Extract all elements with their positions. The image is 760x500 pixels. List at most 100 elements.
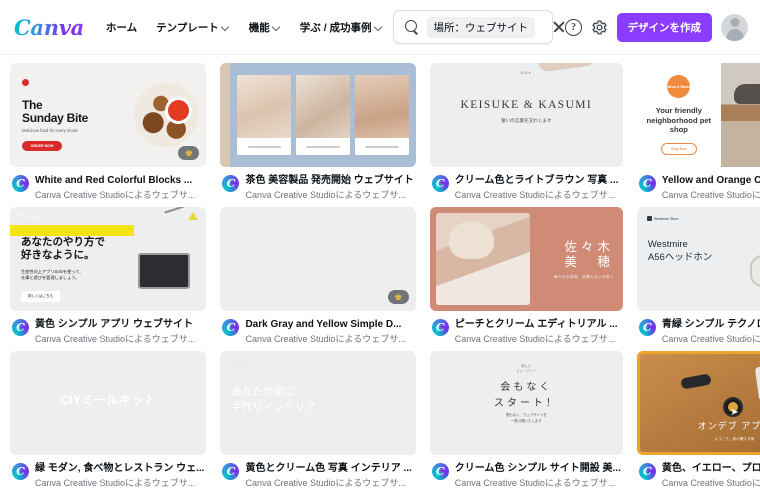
thumb-heading: あなたのやり方で 好きなように。 [21,236,105,262]
template-thumbnail[interactable] [220,63,416,167]
logo-dot-icon [22,78,29,86]
canva-avatar-icon: C [431,319,449,337]
card-title: 黄色、イエロー、プロフェッショナ... [661,463,760,475]
app-header: Canva ホーム テンプレート 機能 学ぶ / 成功事例 場所：ウェブサイト … [0,0,760,55]
nav-item-learn[interactable]: 学ぶ / 成功事例 [300,20,383,35]
thumb-heading: オンデブ アプリ [697,421,760,432]
template-card[interactable]: ➤ オンデブ アプリ ようこそ、新の関スタ様 C 黄色、イエロー、プロフェッショ… [636,351,760,489]
gear-icon [592,19,607,35]
phone-shape [754,365,760,402]
card-author: Canva Creative Studioによるウェブサ... [35,333,196,344]
template-thumbnail[interactable]: The Sunday Bite Delicious food for every … [10,63,207,167]
card-meta: C クリーム色 シンプル サイト開設 美... Canva Creative S… [430,455,623,489]
template-card[interactable]: The Sunday Bite Delicious food for every … [10,63,207,201]
template-thumbnail[interactable]: 新しい ビューティー 会もなく スタート！ 間もなく、ウェブサイトを 一般公開いたしま… [429,351,623,456]
card-author: Canva Creative Studioによるウェブサ... [454,189,616,200]
avatar[interactable] [721,13,748,41]
brand-label: Westmire Store [646,216,679,222]
card-title: 茶色 美容製品 発売開始 ウェブサイト [245,175,414,186]
card-title: Yellow and Orange Colorful Blo... [661,175,760,186]
canva-logo[interactable]: Canva [14,15,84,40]
template-card[interactable]: Westmire Store WestmireA56ヘッドホン 今すぐ購入商品情… [636,207,760,345]
shop-badge: Meow & Woofs [667,75,691,99]
nav-item-home[interactable]: ホーム [106,20,137,35]
create-design-button[interactable]: デザインを作成 [616,12,712,42]
close-icon[interactable] [551,19,567,35]
thumb-heading: 会もなく スタート！ [493,382,559,410]
thumb-heading: The Sunday Bite [22,97,89,125]
thumb-subheading: Delicious food for every mood [22,128,78,134]
thumb-subheading: 誓いの言葉を交わします [501,118,552,123]
template-thumbnail[interactable]: ➤ オンデブ アプリ ようこそ、新の関スタ様 [636,351,760,456]
card-meta: C 青緑 シンプル テクノロジーとゲー... Canva Creative St… [637,311,760,345]
search-bar[interactable]: 場所：ウェブサイト [392,10,553,44]
template-card[interactable]: C 茶色 美容製品 発売開始 ウェブサイト Canva Creative Stu… [220,63,416,201]
nav-item-features[interactable]: 機能 [249,20,281,35]
canva-avatar-icon: C [638,319,656,337]
thumb-eyebrow: おうちを ととのえる [231,360,249,370]
template-thumbnail[interactable]: 佐々木美 穂 華やかな表現、見慣れない日常へ [429,207,623,312]
nav-item-label: テンプレート [156,21,219,34]
crown-badge: ♚ [387,290,409,305]
template-card[interactable]: おうちをととのえる あなたの家に手作りインテリア カタログを見てみる C 黄色と… [220,351,416,489]
template-thumbnail[interactable]: Solo ウェブアプリ あなたのやり方で 好きなように。 生産性向上アプリSoloを… [10,207,207,312]
canva-avatar-icon: C [12,463,29,481]
thumb-art-beauty-panels [220,63,416,167]
template-card[interactable]: W&K KEISUKE & KASUMI 誓いの言葉を交わします 2025年5月… [429,63,623,201]
card-meta: C 黄色とクリーム色 写真 インテリア ... Canva Creative S… [220,455,415,489]
card-title: クリーム色 シンプル サイト開設 美... [454,463,621,475]
settings-button[interactable] [587,14,613,40]
thumb-button: 詳しくはこちら [21,291,61,303]
card-author: Canva Creative Studioによるウェブサ... [661,477,760,488]
template-thumbnail[interactable]: キッチンを始めよう CIYミールキット あなたも今日から、シェフ1年生をめざそう [10,351,207,456]
card-title: 青緑 シンプル テクノロジーとゲー... [661,319,760,331]
thumb-button: ORDER NOW [22,141,62,152]
template-card[interactable]: 佐々木美 穂 華やかな表現、見慣れない日常へ C ピーチとクリーム エディトリア… [429,207,623,345]
thumb-heading: CIYミールキット [59,393,157,408]
pet-photo [720,63,760,167]
canva-avatar-icon: C [638,175,656,192]
thumb-eyebrow: キッチンを始めよう [21,361,52,366]
template-card[interactable]: 新しい ビューティー 会もなく スタート！ 間もなく、ウェブサイトを 一般公開いたしま… [429,351,623,489]
card-title: 黄色 シンプル アプリ ウェブサイト [35,319,194,331]
card-title: 緑 モダン, 食べ物とレストラン ウェ... [35,463,205,475]
card-meta: C 茶色 美容製品 発売開始 ウェブサイト Canva Creative Stu… [220,167,415,201]
chevron-down-icon [273,23,281,31]
sunglasses-shape [680,373,713,390]
crown-badge: ♚ [178,146,200,160]
template-thumbnail[interactable]: W&K KEISUKE & KASUMI 誓いの言葉を交わします 2025年5月… [429,63,623,167]
thumb-art-ondev-app: ➤ オンデブ アプリ ようこそ、新の関スタ様 [639,354,760,453]
thumb-eyebrow: 新しい ビューティー [516,364,537,374]
photo-panel [355,75,409,155]
card-author: Canva Creative Studioによるウェブサ... [35,477,196,488]
thumb-art-pet-shop: Meow & Woofs Your friendly neighborhood … [636,63,760,167]
nav-item-label: 学ぶ / 成功事例 [299,21,372,34]
template-thumbnail[interactable]: おうちをととのえる あなたの家に手作りインテリア カタログを見てみる [220,351,416,456]
nav-item-label: ホーム [105,21,138,34]
canva-avatar-icon: C [222,319,240,337]
card-author: Canva Creative Studioによるウェブサ... [245,189,406,200]
card-title: 黄色とクリーム色 写真 インテリア ... [245,463,412,475]
template-thumbnail[interactable]: ADORAMONTMINY Fashion Stylist and Person… [220,207,416,312]
card-meta: C 黄色、イエロー、プロフェッショナ... Canva Creative Stu… [637,455,760,489]
card-author: Canva Creative Studioによるウェブサ... [661,333,760,344]
thumb-heading: 佐々木美 穂 [564,238,614,270]
nav-item-templates[interactable]: テンプレート [156,20,230,35]
triangle-icon [188,212,199,221]
sauce-bowl [165,97,193,124]
chevron-down-icon [375,23,383,31]
template-thumbnail[interactable]: Meow & Woofs Your friendly neighborhood … [636,63,760,167]
canva-avatar-icon: C [431,463,449,481]
template-card[interactable]: ADORAMONTMINY Fashion Stylist and Person… [220,207,416,345]
template-card[interactable]: Meow & Woofs Your friendly neighborhood … [636,63,760,201]
canva-avatar-icon: C [12,175,29,192]
thumb-subheading: 間もなく、ウェブサイトを 一般公開いたします [505,413,547,424]
cat-shape [734,83,760,104]
thumb-logo: Solo ウェブアプリ [18,211,40,221]
search-filter-chip[interactable]: 場所：ウェブサイト [426,16,536,38]
photo-panel [237,75,292,155]
thumb-subheading: 生産性向上アプリSoloを使って、 仕事と遊びを管理しましょう。 [21,268,84,281]
template-thumbnail[interactable]: Westmire Store WestmireA56ヘッドホン 今すぐ購入商品情… [636,207,760,312]
template-card[interactable]: キッチンを始めよう CIYミールキット あなたも今日から、シェフ1年生をめざそう… [10,351,207,489]
template-card[interactable]: Solo ウェブアプリ あなたのやり方で 好きなように。 生産性向上アプリSoloを… [10,207,207,345]
